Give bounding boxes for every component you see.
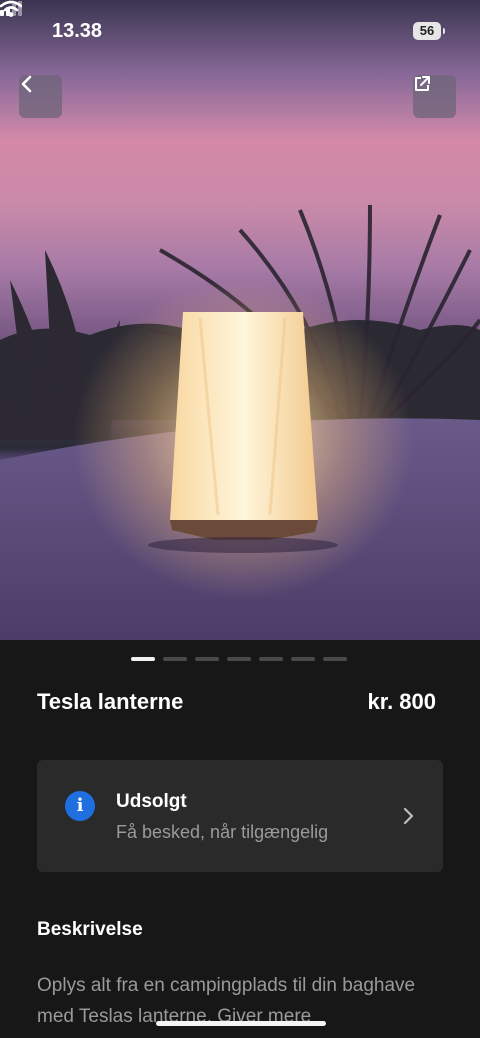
chevron-right-icon [403,807,414,825]
pagination-dot-active[interactable] [131,657,155,661]
status-bar: 13.38 56 [0,0,480,62]
pagination-dot[interactable] [291,657,315,661]
back-button[interactable] [19,75,62,118]
product-image[interactable]: 13.38 56 [0,0,480,640]
description-heading: Beskrivelse [37,919,143,940]
share-button[interactable] [413,75,456,118]
home-indicator[interactable] [156,1021,326,1026]
wifi-icon [0,0,22,17]
pagination-dot[interactable] [227,657,251,661]
pagination-dot[interactable] [323,657,347,661]
battery-icon: 56 [413,22,445,40]
status-time: 13.38 [52,20,103,42]
pagination-dot[interactable] [259,657,283,661]
chevron-left-icon [21,75,32,93]
product-price: kr. 800 [367,689,436,714]
gallery-pagination [131,657,347,661]
product-name: Tesla lanterne [37,689,184,714]
pagination-dot[interactable] [195,657,219,661]
pagination-dot[interactable] [163,657,187,661]
info-icon: i [65,791,95,821]
stock-status-title: Udsolgt [116,791,187,812]
battery-level: 56 [419,23,435,38]
external-link-icon [415,76,430,91]
lantern-photo [0,204,480,640]
notify-subtitle: Få besked, når tilgængelig [116,822,329,842]
sold-out-notify-card[interactable]: i Udsolgt Få besked, når tilgængelig [37,760,443,872]
